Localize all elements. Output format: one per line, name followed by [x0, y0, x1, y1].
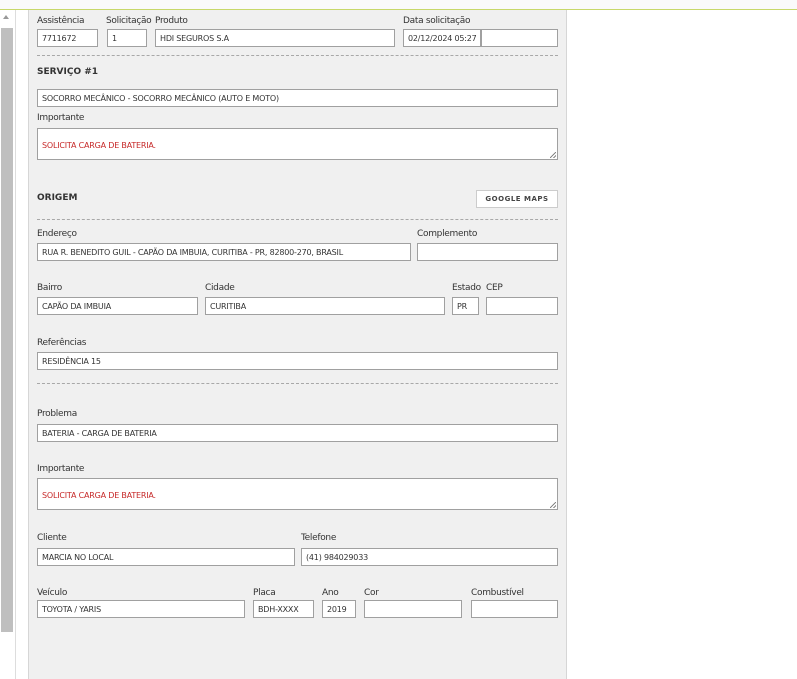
scrollbar-thumb[interactable]	[1, 28, 13, 632]
bairro-field[interactable]: CAPÃO DA IMBUIA	[37, 297, 198, 315]
data-solicitacao-label: Data solicitação	[403, 16, 471, 26]
ano-label: Ano	[322, 588, 339, 598]
cep-label: CEP	[486, 283, 503, 293]
cor-label: Cor	[364, 588, 379, 598]
endereco-label: Endereço	[37, 229, 77, 239]
solicitacao-field[interactable]: 1	[107, 29, 147, 47]
divider	[37, 219, 558, 220]
cliente-label: Cliente	[37, 533, 67, 543]
solicitacao-label: Solicitação	[106, 16, 152, 26]
servico-importante-label: Importante	[37, 113, 85, 123]
complemento-label: Complemento	[417, 229, 478, 239]
origem-title: ORIGEM	[37, 193, 78, 203]
referencias-label: Referências	[37, 338, 87, 348]
referencias-field[interactable]: RESIDÊNCIA 15	[37, 352, 558, 370]
service-form-panel: Assistência 7711672 Solicitação 1 Produt…	[28, 10, 567, 679]
estado-label: Estado	[452, 283, 481, 293]
placa-field[interactable]: BDH-XXXX	[253, 600, 314, 618]
servico-field[interactable]: SOCORRO MECÂNICO - SOCORRO MECÂNICO (AUT…	[37, 89, 558, 107]
combustivel-label: Combustível	[471, 588, 524, 598]
produto-field[interactable]: HDI SEGUROS S.A	[155, 29, 395, 47]
cliente-field[interactable]: MARCIA NO LOCAL	[37, 548, 295, 566]
data-extra-field[interactable]	[481, 29, 558, 47]
complemento-field[interactable]	[417, 243, 558, 261]
divider	[37, 55, 558, 56]
data-solicitacao-field[interactable]: 02/12/2024 05:27	[403, 29, 481, 47]
estado-field[interactable]: PR	[452, 297, 479, 315]
endereco-field[interactable]: RUA R. BENEDITO GUIL - CAPÃO DA IMBUIA, …	[37, 243, 411, 261]
problema-label: Problema	[37, 409, 77, 419]
servico-title: SERVIÇO #1	[37, 67, 99, 77]
problema-importante-textarea[interactable]: SOLICITA CARGA DE BATERIA.	[37, 478, 558, 510]
top-bar	[0, 0, 797, 10]
placa-label: Placa	[253, 588, 276, 598]
veiculo-label: Veículo	[37, 588, 68, 598]
assistencia-field[interactable]: 7711672	[37, 29, 98, 47]
problema-importante-label: Importante	[37, 464, 85, 474]
telefone-field[interactable]: (41) 984029033	[301, 548, 558, 566]
cor-field[interactable]	[364, 600, 462, 618]
problema-field[interactable]: BATERIA - CARGA DE BATERIA	[37, 424, 558, 442]
bairro-label: Bairro	[37, 283, 62, 293]
left-scrollbar[interactable]	[0, 10, 16, 679]
divider	[37, 383, 558, 384]
google-maps-button[interactable]: GOOGLE MAPS	[476, 190, 558, 208]
veiculo-field[interactable]: TOYOTA / YARIS	[37, 600, 245, 618]
combustivel-field[interactable]	[471, 600, 558, 618]
ano-field[interactable]: 2019	[322, 600, 356, 618]
telefone-label: Telefone	[301, 533, 337, 543]
produto-label: Produto	[155, 16, 188, 26]
scroll-up-arrow-icon[interactable]	[3, 15, 9, 19]
servico-importante-textarea[interactable]: SOLICITA CARGA DE BATERIA.	[37, 128, 558, 160]
cidade-label: Cidade	[205, 283, 235, 293]
cep-field[interactable]	[486, 297, 558, 315]
assistencia-label: Assistência	[37, 16, 85, 26]
cidade-field[interactable]: CURITIBA	[205, 297, 445, 315]
